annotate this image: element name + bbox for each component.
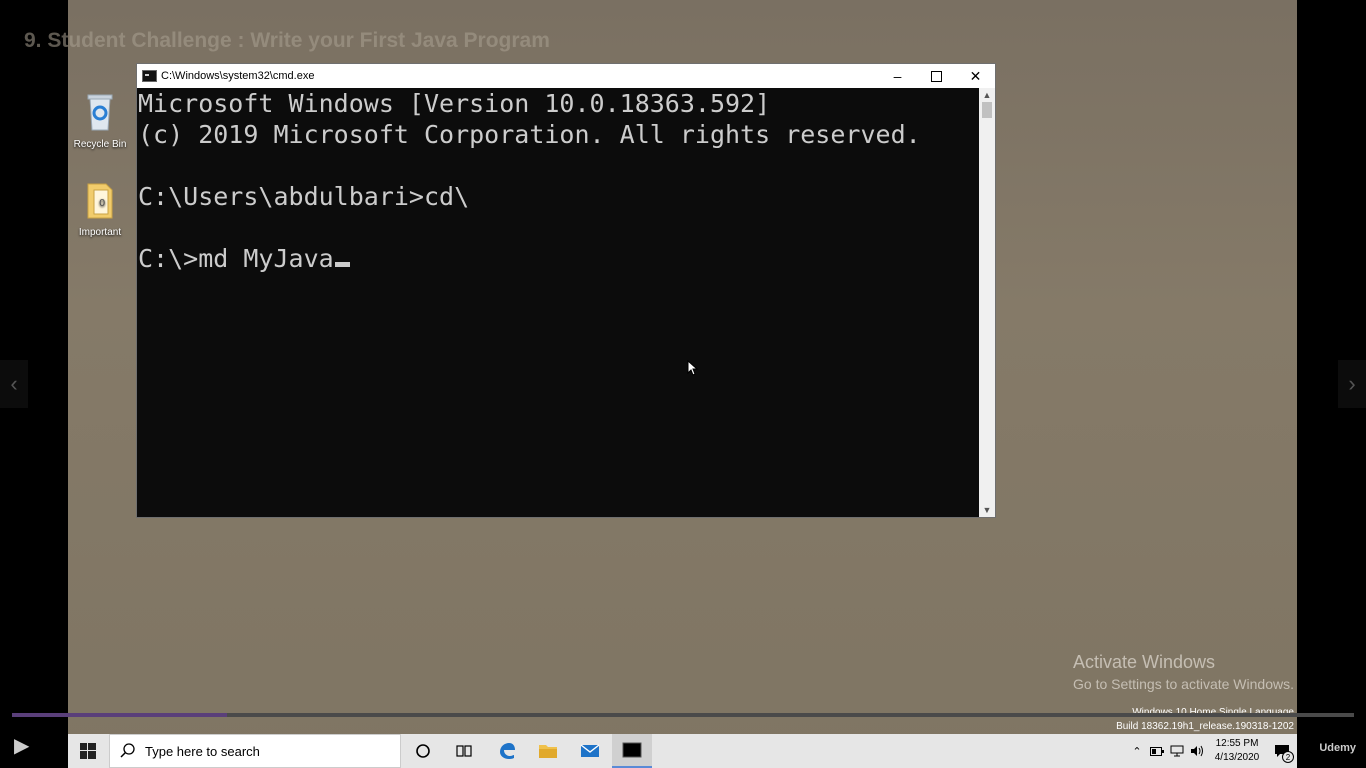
search-placeholder: Type here to search (145, 743, 260, 759)
volume-button[interactable] (1187, 734, 1207, 768)
windows-taskbar: Type here to search ⌃ 12:55 PM 4/13/2020… (68, 734, 1297, 768)
previous-lecture-button[interactable]: ‹ (0, 360, 28, 408)
build-info: Windows 10 Home Single Language Build 18… (1116, 706, 1294, 734)
video-progress-fill (12, 713, 227, 717)
command-prompt-icon (622, 742, 642, 758)
mail-icon (580, 744, 600, 757)
cortana-button[interactable] (403, 734, 443, 768)
udemy-logo: Udemy (1319, 742, 1356, 754)
maximize-icon (931, 70, 942, 82)
taskbar-clock[interactable]: 12:55 PM 4/13/2020 (1207, 737, 1267, 765)
text-cursor (334, 262, 350, 267)
speaker-icon (1191, 745, 1203, 757)
search-icon (120, 743, 135, 758)
windows-logo-icon (80, 743, 96, 759)
close-button[interactable]: ✕ (956, 64, 995, 88)
desktop-icon-label: Recycle Bin (73, 139, 127, 150)
chevron-up-icon: ⌃ (1132, 745, 1142, 758)
recycle-bin-icon (87, 94, 113, 131)
console-line: C:\Users\abdulbari>cd\ (138, 182, 470, 211)
window-title: C:\Windows\system32\cmd.exe (161, 70, 315, 82)
network-button[interactable] (1167, 734, 1187, 768)
maximize-button[interactable] (917, 64, 956, 88)
system-tray: ⌃ 12:55 PM 4/13/2020 2 (1127, 734, 1297, 768)
svg-text:0: 0 (99, 198, 105, 209)
console-line: (c) 2019 Microsoft Corporation. All righ… (138, 120, 921, 149)
clock-time: 12:55 PM (1215, 738, 1259, 749)
lecture-title: 9. Student Challenge : Write your First … (24, 29, 550, 52)
console-output[interactable]: Microsoft Windows [Version 10.0.18363.59… (137, 88, 980, 517)
close-icon: ✕ (969, 67, 982, 84)
cmd-titlebar[interactable]: C:\Windows\system32\cmd.exe – ✕ (137, 64, 995, 88)
play-button[interactable]: ▶ (14, 733, 42, 761)
show-hidden-icons-button[interactable]: ⌃ (1127, 734, 1147, 768)
scroll-thumb[interactable] (982, 102, 992, 118)
notification-badge: 2 (1282, 751, 1294, 763)
chevron-left-icon: ‹ (10, 371, 18, 396)
desktop-icon-recycle-bin[interactable]: Recycle Bin (69, 92, 131, 150)
task-view-button[interactable] (444, 734, 484, 768)
minimize-icon: – (893, 68, 902, 84)
scroll-down-arrow[interactable]: ▼ (979, 503, 995, 517)
scroll-up-arrow[interactable]: ▲ (979, 88, 995, 102)
battery-icon (1150, 746, 1164, 756)
folder-icon: 0 (87, 183, 113, 219)
watermark-title: Activate Windows (1073, 652, 1216, 672)
minimize-button[interactable]: – (878, 64, 917, 88)
taskbar-search-box[interactable]: Type here to search (109, 734, 401, 768)
cortana-icon (416, 744, 430, 758)
taskbar-edge[interactable] (487, 734, 527, 768)
taskbar-mail[interactable] (570, 734, 610, 768)
desktop-icon-label: Important (78, 227, 122, 238)
taskbar-file-explorer[interactable] (528, 734, 568, 768)
watermark-subtitle: Go to Settings to activate Windows. (1073, 676, 1294, 692)
clock-date: 4/13/2020 (1214, 752, 1260, 763)
action-center-button[interactable]: 2 (1267, 734, 1297, 768)
network-icon (1170, 745, 1184, 757)
mouse-pointer-icon (687, 360, 699, 376)
console-input-text: C:\>md MyJava (138, 244, 334, 273)
vertical-scrollbar[interactable]: ▲ ▼ (979, 88, 995, 517)
desktop-icon-important[interactable]: 0 Important (69, 180, 131, 238)
start-button[interactable] (68, 734, 108, 768)
console-line: Microsoft Windows [Version 10.0.18363.59… (138, 89, 771, 118)
cmd-window[interactable]: C:\Windows\system32\cmd.exe – ✕ Microsof… (136, 63, 996, 518)
taskbar-cmd[interactable] (612, 734, 652, 768)
console-input-line[interactable]: C:\>md MyJava (138, 243, 980, 274)
task-view-icon (456, 745, 472, 757)
cmd-app-icon[interactable] (142, 70, 157, 82)
next-lecture-button[interactable]: › (1338, 360, 1366, 408)
battery-button[interactable] (1147, 734, 1167, 768)
play-icon: ▶ (14, 735, 30, 757)
file-explorer-icon (539, 745, 557, 758)
activate-windows-watermark: Activate Windows Go to Settings to activ… (1073, 652, 1294, 692)
windows-build: Build 18362.19h1_release.190318-1202 (1116, 721, 1294, 732)
edge-browser-icon (500, 743, 515, 759)
chevron-right-icon: › (1348, 371, 1356, 396)
